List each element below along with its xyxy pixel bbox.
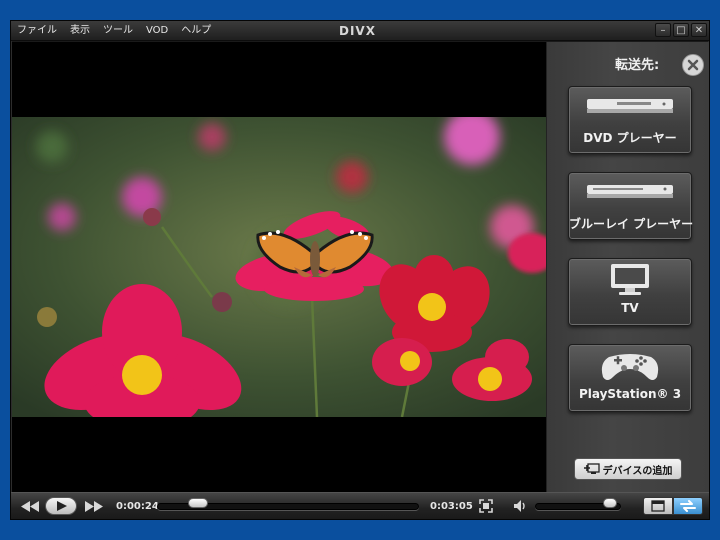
transfer-panel: 転送先: DVD プレーヤー ブルーレイ プレーヤー TV PlayStatio… [546,42,709,492]
play-button[interactable] [45,497,77,515]
gamepad-icon [601,354,659,380]
minimize-button[interactable]: – [655,23,671,37]
volume-icon[interactable] [513,499,527,513]
play-icon [57,501,67,511]
window-icon [651,500,665,512]
video-frame [12,117,546,417]
menu-tools[interactable]: ツール [103,21,133,41]
transfer-to-label: 転送先: [615,58,660,73]
tv-button[interactable]: TV [568,258,692,326]
fullscreen-icon[interactable] [479,499,493,513]
menu-help[interactable]: ヘルプ [181,21,211,41]
bluray-player-label: ブルーレイ プレーヤー [569,217,694,231]
seek-handle[interactable] [188,498,209,508]
player-view-button[interactable] [643,497,673,515]
view-mode-toggle [643,497,703,515]
bluray-player-icon [587,185,673,198]
menu-bar: ファイル 表示 ツール VOD ヘルプ [17,21,224,41]
dvd-player-icon [587,99,673,113]
fast-forward-icon[interactable] [85,501,103,512]
bluray-player-button[interactable]: ブルーレイ プレーヤー [568,172,694,240]
tv-label: TV [621,301,639,315]
playstation3-label: PlayStation® 3 [578,387,682,401]
menu-vod[interactable]: VOD [146,21,168,41]
player-window: ファイル 表示 ツール VOD ヘルプ DIVX – □ ✕ 転送先: DVD … [10,20,710,520]
close-panel-icon[interactable] [682,54,704,76]
divx-logo: DIVX [339,24,376,38]
playstation3-button[interactable]: PlayStation® 3 [568,344,692,412]
menu-file[interactable]: ファイル [17,21,57,41]
transfer-icon [680,500,696,512]
maximize-button[interactable]: □ [673,23,689,37]
video-area[interactable] [12,42,546,492]
current-time: 0:00:24 [116,501,159,512]
menu-view[interactable]: 表示 [70,21,90,41]
dvd-player-label: DVD プレーヤー [583,131,677,145]
window-controls: – □ ✕ [653,23,707,37]
title-bar[interactable]: ファイル 表示 ツール VOD ヘルプ DIVX – □ ✕ [11,21,709,41]
tv-icon [611,264,649,295]
control-bar: 0:00:24 0:03:05 [11,492,709,519]
rewind-icon[interactable] [21,501,39,512]
dvd-player-button[interactable]: DVD プレーヤー [568,86,692,154]
add-device-button[interactable]: デバイスの追加 [574,458,682,480]
add-device-icon [583,463,600,474]
total-time: 0:03:05 [430,501,473,512]
transfer-view-button[interactable] [673,497,703,515]
volume-handle[interactable] [603,498,618,508]
close-button[interactable]: ✕ [691,23,707,37]
add-device-label: デバイスの追加 [602,465,673,477]
